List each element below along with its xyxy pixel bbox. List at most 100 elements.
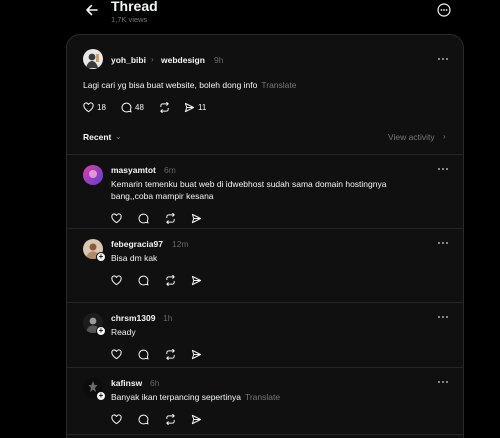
- chevron-right-icon: ›: [443, 132, 446, 141]
- reply-text-line: bang,,coba mampir kesana: [111, 191, 214, 201]
- reply-time: 1h: [163, 313, 173, 323]
- avatar[interactable]: +: [83, 378, 106, 401]
- more-options-icon[interactable]: [437, 3, 451, 17]
- heart-icon: [111, 414, 122, 424]
- like-button[interactable]: [111, 347, 122, 361]
- follow-plus-icon[interactable]: +: [96, 252, 106, 262]
- post-text-content: Lagi cari yg bisa buat website, boleh do…: [83, 80, 258, 90]
- reply-username[interactable]: chrsm1309: [111, 313, 155, 323]
- repost-button[interactable]: [165, 273, 176, 287]
- divider: [67, 302, 463, 303]
- heart-icon: [83, 102, 94, 112]
- divider: [67, 434, 463, 435]
- view-activity-link[interactable]: View activity: [388, 132, 435, 142]
- follow-plus-icon[interactable]: +: [96, 391, 106, 401]
- post-more-icon[interactable]: [437, 57, 449, 65]
- reply-actions: [111, 412, 211, 426]
- follow-plus-icon[interactable]: +: [96, 326, 106, 336]
- heart-icon: [111, 275, 122, 285]
- comment-icon: [138, 414, 149, 425]
- comment-button[interactable]: [138, 211, 149, 225]
- comment-button[interactable]: [138, 273, 149, 287]
- sort-dropdown[interactable]: Recent: [83, 132, 111, 142]
- chevron-right-icon: ›: [151, 55, 154, 64]
- repost-icon: [160, 101, 169, 113]
- back-arrow-icon[interactable]: [84, 2, 100, 18]
- repost-icon: [166, 413, 175, 425]
- post-time: 9h: [214, 55, 224, 65]
- reply-more-icon[interactable]: [437, 241, 449, 249]
- reply-actions: [111, 211, 211, 225]
- like-button[interactable]: [111, 211, 122, 225]
- share-button[interactable]: [191, 211, 202, 225]
- like-count: 18: [97, 102, 106, 112]
- comment-icon: [138, 349, 149, 360]
- repost-button[interactable]: [165, 211, 176, 225]
- reply-actions: [111, 273, 211, 287]
- reply-actions: [111, 347, 211, 361]
- reply-time: 12m: [172, 239, 189, 249]
- divider: [67, 228, 463, 229]
- send-icon: [191, 275, 202, 285]
- comment-button[interactable]: 48: [121, 100, 144, 114]
- reply-more-icon[interactable]: [437, 315, 449, 323]
- comment-icon: [138, 275, 149, 286]
- reply-more-icon[interactable]: [437, 167, 449, 175]
- send-icon: [184, 102, 195, 112]
- divider: [67, 367, 463, 368]
- comment-icon: [121, 102, 132, 113]
- comment-count: 48: [135, 102, 144, 112]
- heart-icon: [111, 213, 122, 223]
- share-button[interactable]: [191, 273, 202, 287]
- reply-text: Banyak ikan terpancing sepertinya Transla…: [111, 391, 280, 403]
- reply-time: 6m: [164, 165, 176, 175]
- avatar[interactable]: +: [83, 239, 106, 262]
- repost-icon: [166, 274, 175, 286]
- comment-button[interactable]: [138, 347, 149, 361]
- comment-icon: [138, 213, 149, 224]
- share-button[interactable]: [191, 412, 202, 426]
- share-button[interactable]: [191, 347, 202, 361]
- reply-time: 6h: [150, 378, 160, 388]
- repost-button[interactable]: [165, 412, 176, 426]
- send-icon: [191, 349, 202, 359]
- post-actions: 18 48 11: [83, 100, 223, 114]
- reply-text: Ready: [111, 327, 136, 337]
- avatar[interactable]: [83, 49, 103, 69]
- avatar[interactable]: [83, 165, 103, 185]
- avatar[interactable]: +: [83, 313, 106, 336]
- thread-panel: yoh_bibi › webdesign 9h Lagi cari yg bis…: [66, 34, 464, 438]
- heart-icon: [111, 349, 122, 359]
- like-button[interactable]: [111, 412, 122, 426]
- divider: [67, 154, 463, 155]
- top-bar: Thread 1,7K views: [0, 0, 500, 30]
- translate-link[interactable]: Translate: [245, 392, 280, 402]
- reply-text: Kemarin temenku buat web di idwebhost su…: [111, 178, 431, 202]
- like-button[interactable]: 18: [83, 100, 106, 114]
- send-icon: [191, 213, 202, 223]
- page-title: Thread: [111, 0, 158, 14]
- post-topic[interactable]: webdesign: [161, 55, 205, 65]
- reply-text: Bisa dm kak: [111, 253, 158, 263]
- share-button[interactable]: 11: [184, 100, 206, 114]
- reply-username[interactable]: kafinsw: [111, 378, 142, 388]
- share-count: 11: [198, 102, 207, 112]
- reply-text-line: Kemarin temenku buat web di idwebhost su…: [111, 179, 387, 189]
- reply-more-icon[interactable]: [437, 380, 449, 388]
- reply-text-content: Banyak ikan terpancing sepertinya: [111, 392, 241, 402]
- post-text: Lagi cari yg bisa buat website, boleh do…: [83, 79, 297, 91]
- chevron-down-icon[interactable]: ⌄: [115, 132, 122, 141]
- sort-bar: Recent ⌄ View activity ›: [67, 125, 463, 151]
- repost-button[interactable]: [165, 347, 176, 361]
- comment-button[interactable]: [138, 412, 149, 426]
- views-count: 1,7K views: [111, 15, 148, 24]
- repost-button[interactable]: [159, 100, 170, 114]
- reply-username[interactable]: masyamtot: [111, 165, 156, 175]
- like-button[interactable]: [111, 273, 122, 287]
- translate-link[interactable]: Translate: [261, 80, 296, 90]
- repost-icon: [166, 348, 175, 360]
- send-icon: [191, 414, 202, 424]
- reply-username[interactable]: febegracia97: [111, 239, 163, 249]
- repost-icon: [166, 212, 175, 224]
- post-username[interactable]: yoh_bibi: [111, 55, 146, 65]
